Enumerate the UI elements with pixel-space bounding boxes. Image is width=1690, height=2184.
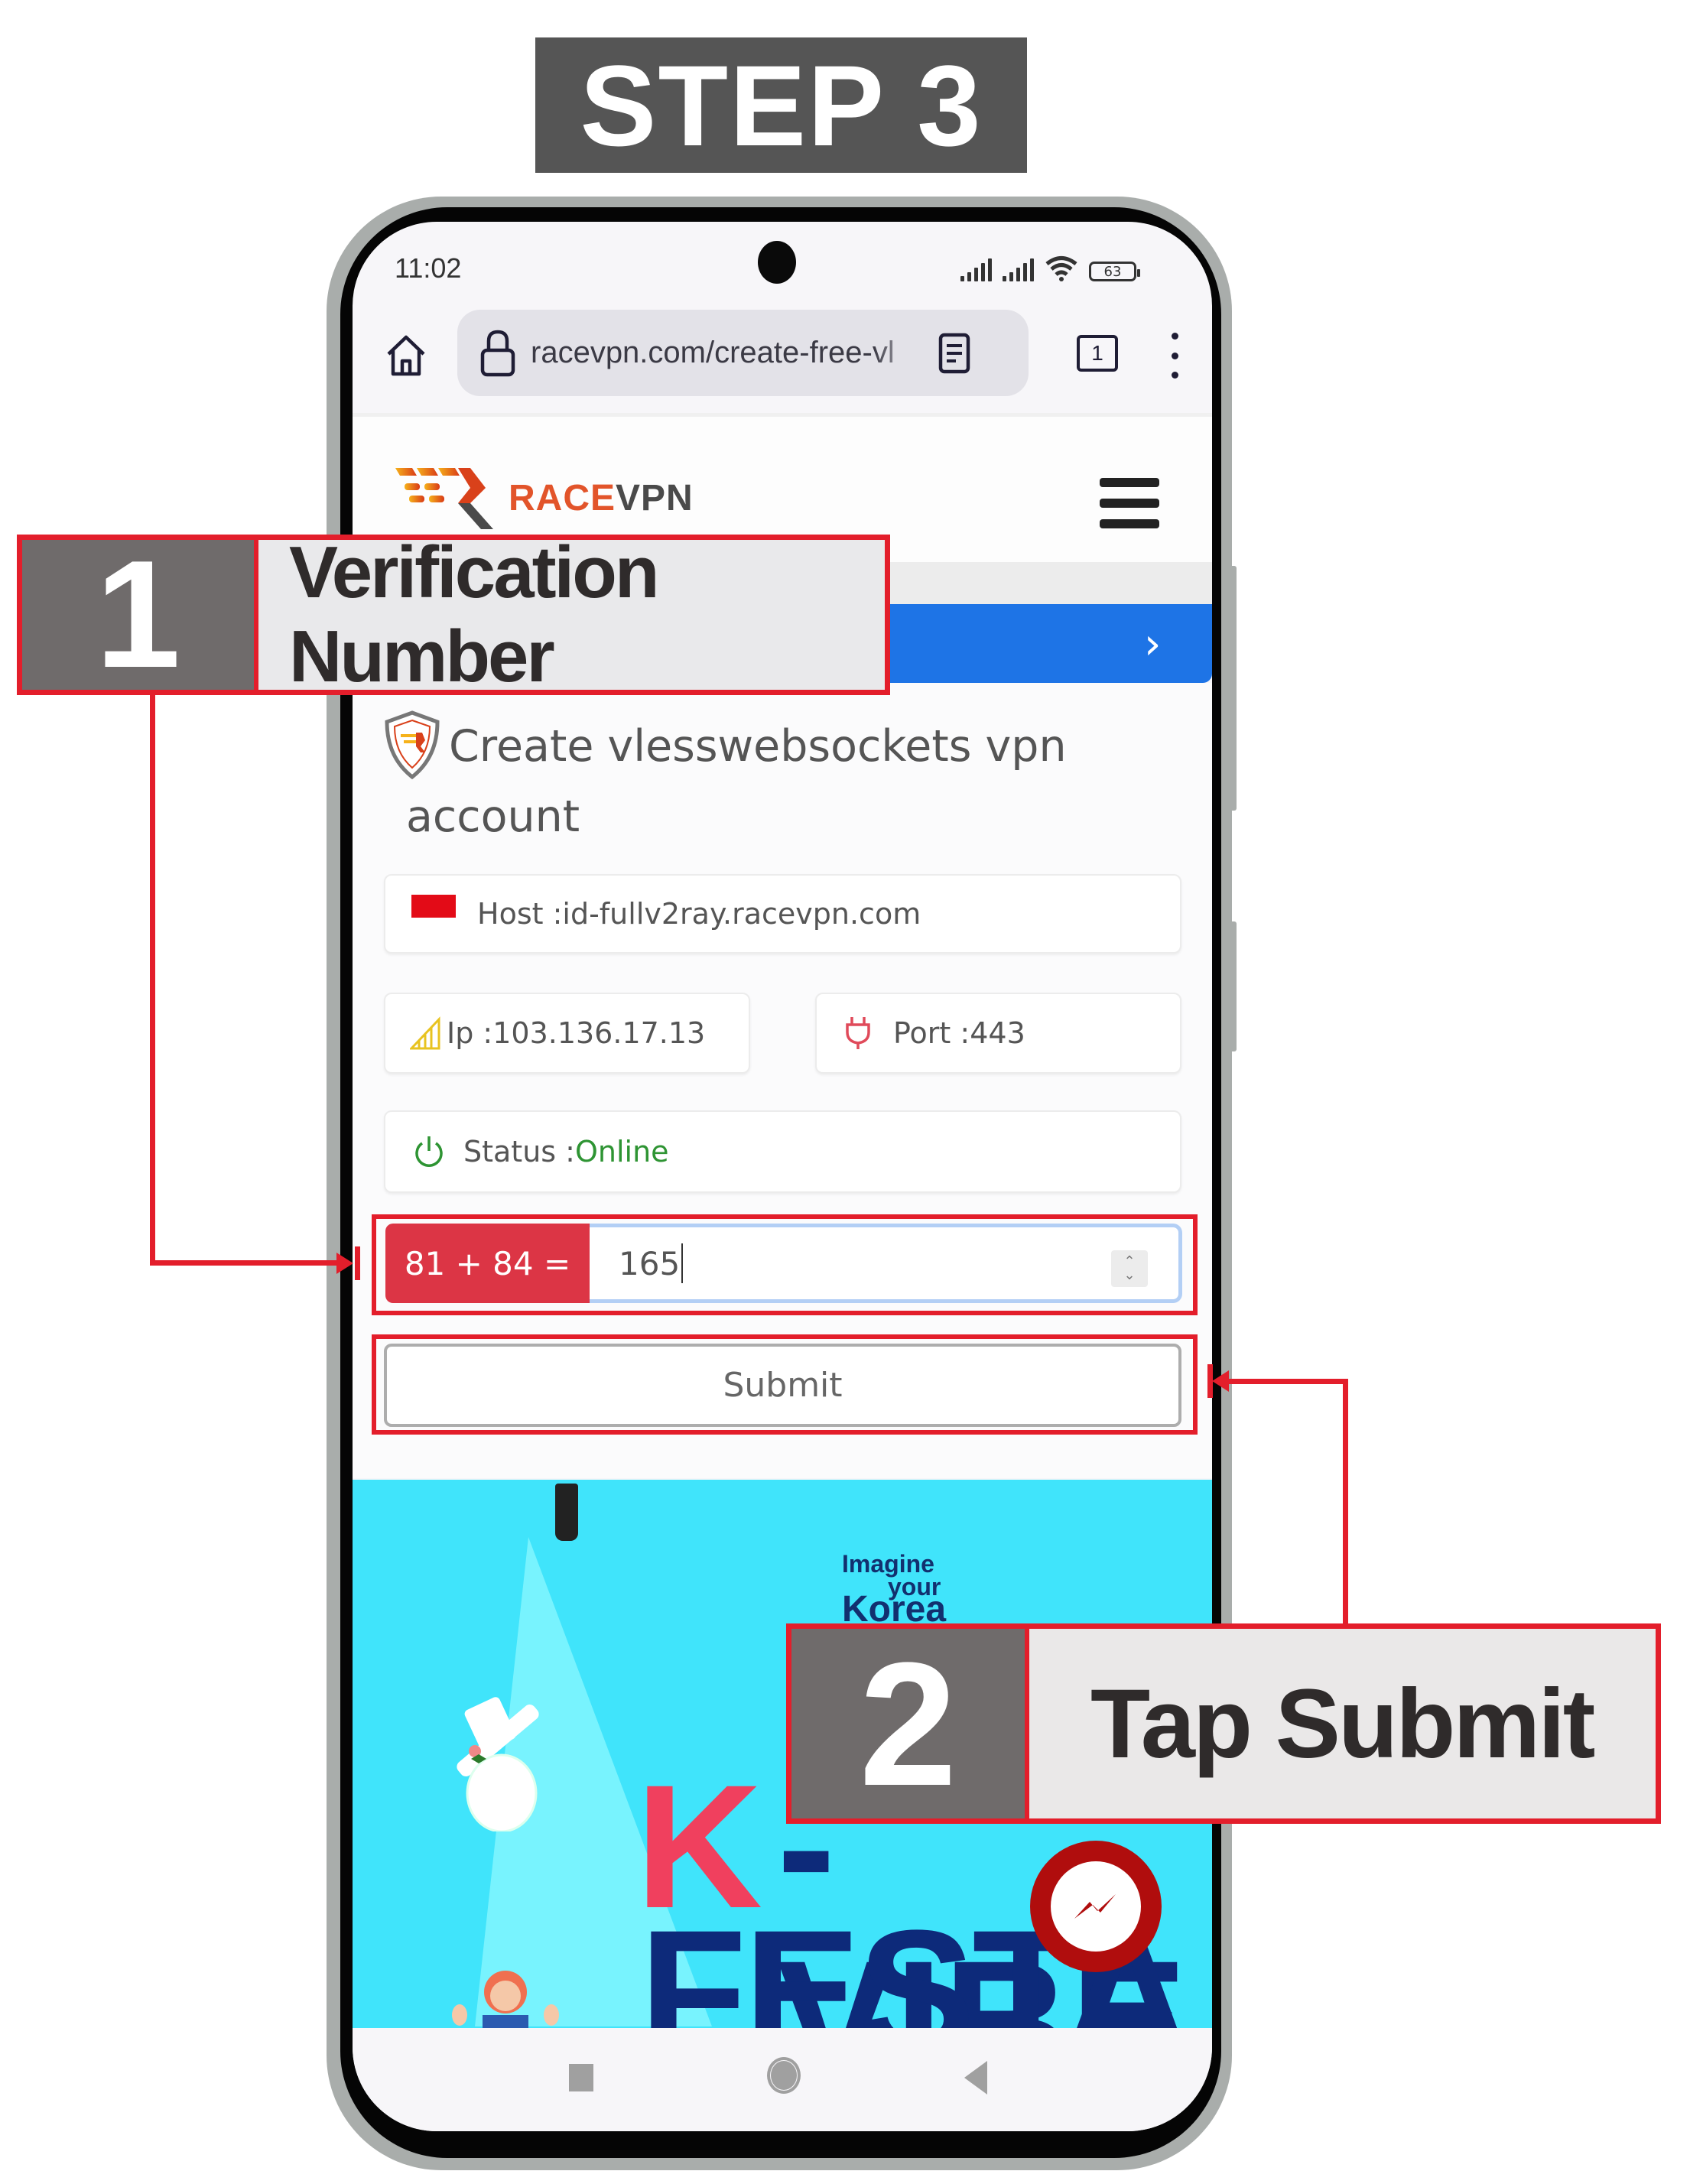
port-value: 443 [970, 1016, 1025, 1050]
indonesia-flag-icon [411, 895, 456, 918]
mascot-illustration [457, 1697, 539, 1831]
ip-value: 103.136.17.13 [492, 1016, 706, 1050]
connector-line [1343, 1379, 1348, 1627]
arrow-right-icon [336, 1253, 353, 1274]
racevpn-logo[interactable]: RACEVPN [394, 465, 694, 531]
highlight-submit [372, 1334, 1198, 1435]
arrow-tick [1207, 1364, 1213, 1398]
tab-count: 1 [1091, 341, 1103, 365]
status-icons: 63 [960, 251, 1140, 281]
status-time: 11:02 [395, 252, 462, 284]
plug-icon [846, 1017, 870, 1049]
ad-tagline: Imagine your Korea [842, 1550, 947, 1630]
status-label: Status : [463, 1135, 575, 1168]
callout-step-2: 2 Tap Submit [786, 1623, 1661, 1824]
chevron-right-icon[interactable]: › [1144, 619, 1161, 669]
callout-step-1: 1 Verification Number [17, 529, 890, 700]
reader-mode-icon[interactable] [938, 332, 971, 375]
power-button [1229, 921, 1237, 1051]
arrow-left-icon [1212, 1370, 1229, 1392]
signal-icon [1003, 258, 1034, 281]
messenger-chat-button[interactable] [1030, 1841, 1162, 1972]
ip-card: Ip : 103.136.17.13 [384, 993, 750, 1074]
wifi-icon [1045, 256, 1077, 281]
status-value: Online [574, 1135, 669, 1168]
front-camera [758, 241, 796, 284]
ip-label: Ip : [447, 1016, 493, 1050]
home-button[interactable] [379, 329, 433, 382]
page-title: Create vlesswebsockets vpn account [406, 721, 1067, 842]
power-icon [415, 1136, 443, 1167]
more-vert-icon[interactable] [1167, 333, 1182, 379]
step-banner: STEP 3 [535, 37, 1027, 173]
port-label: Port : [893, 1016, 970, 1050]
host-card: Host : id-fullv2ray.racevpn.com [384, 874, 1181, 954]
home-circle-icon[interactable] [767, 2057, 801, 2094]
url-text[interactable]: racevpn.com/create-free-vl [531, 336, 921, 370]
volume-button [1229, 566, 1237, 811]
battery-level: 63 [1103, 263, 1122, 280]
back-icon[interactable] [964, 2061, 987, 2095]
battery-icon: 63 [1089, 262, 1140, 281]
tabs-button[interactable]: 1 [1077, 335, 1118, 372]
callout-number: 1 [22, 529, 258, 700]
highlight-captcha [372, 1214, 1198, 1315]
connector-line [150, 1260, 341, 1266]
lock-icon [480, 330, 515, 376]
port-card: Port : 443 [815, 993, 1181, 1074]
logo-icon [395, 468, 493, 529]
phone-screen: 11:02 63 racevpn.com/create-free-vl 1 RA… [353, 222, 1212, 2131]
step-label: STEP 3 [580, 41, 983, 170]
home-icon [387, 335, 425, 376]
host-value: id-fullv2ray.racevpn.com [562, 897, 921, 931]
status-card: Status : Online [384, 1110, 1181, 1193]
person-illustration [452, 1971, 559, 2028]
callout-number: 2 [791, 1626, 1029, 1822]
host-label: Host : [477, 897, 563, 931]
arrow-tick [355, 1246, 360, 1280]
recent-apps-icon[interactable] [569, 2064, 593, 2091]
spotlight-lamp [555, 1484, 578, 1541]
connector-line [1227, 1379, 1348, 1384]
callout-text: Verification Number [289, 531, 660, 697]
hamburger-icon[interactable] [1100, 478, 1159, 528]
address-bar[interactable]: racevpn.com/create-free-vl [457, 310, 1029, 396]
signal-strength-icon [410, 1016, 440, 1050]
logo-text: RACEVPN [509, 477, 694, 518]
callout-text: Tap Submit [1090, 1669, 1595, 1779]
messenger-icon [1051, 1861, 1141, 1952]
signal-icon [960, 258, 992, 281]
connector-line [150, 692, 155, 1266]
